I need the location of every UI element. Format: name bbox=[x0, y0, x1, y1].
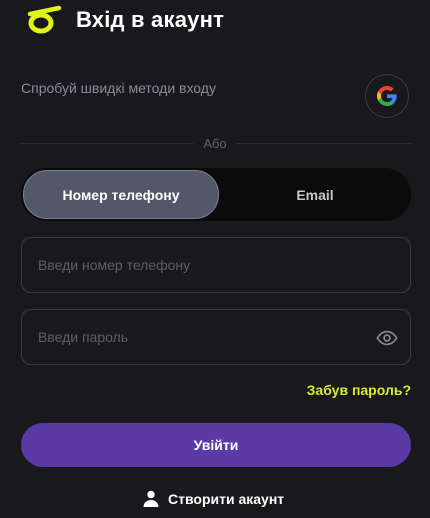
user-icon bbox=[143, 490, 159, 507]
password-input[interactable] bbox=[22, 310, 410, 364]
brand-logo-icon bbox=[27, 5, 62, 34]
login-method-toggle: Номер телефону Email bbox=[21, 168, 411, 221]
google-login-button[interactable] bbox=[365, 74, 409, 118]
eye-icon[interactable] bbox=[376, 327, 398, 349]
password-field bbox=[21, 309, 411, 365]
tab-phone-number[interactable]: Номер телефону bbox=[23, 170, 219, 219]
google-icon bbox=[377, 86, 397, 106]
phone-input[interactable] bbox=[22, 238, 410, 292]
page-title: Вхід в акаунт bbox=[76, 7, 225, 32]
forgot-password-link[interactable]: Забув пароль? bbox=[307, 382, 411, 398]
create-account-link[interactable]: Створити акаунт bbox=[143, 490, 284, 507]
quick-login-text: Спробуй швидкі методи входу bbox=[21, 80, 216, 96]
tab-email[interactable]: Email bbox=[221, 170, 409, 219]
phone-field bbox=[21, 237, 411, 293]
create-account-label: Створити акаунт bbox=[168, 490, 285, 507]
header: Вхід в акаунт bbox=[26, 4, 224, 36]
login-button[interactable]: Увійти bbox=[21, 423, 411, 467]
divider-or-label: Або bbox=[193, 136, 237, 151]
